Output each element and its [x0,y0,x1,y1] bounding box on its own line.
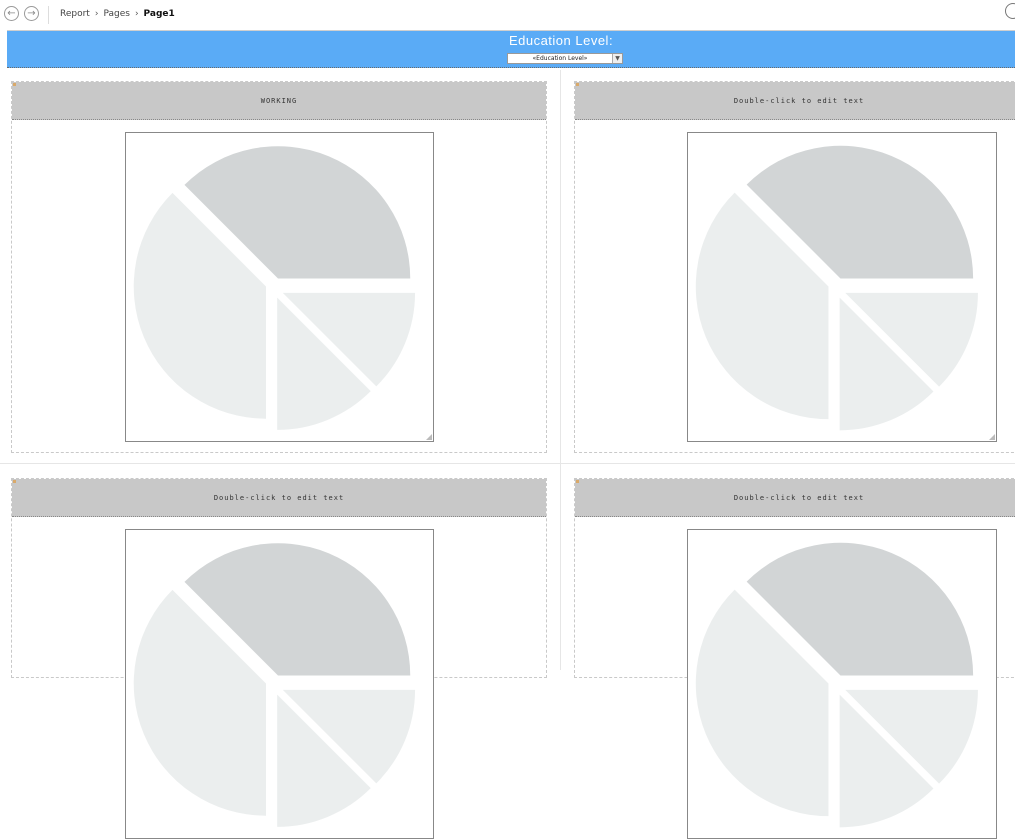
handle-marker [576,83,579,86]
chart-panel[interactable]: Double-click to edit text [11,478,547,839]
chevron-down-icon[interactable]: ▼ [612,54,622,63]
education-level-select[interactable]: «Education Level» ▼ [507,53,623,64]
panel-header[interactable]: WORKING [12,82,546,120]
panel-header[interactable]: Double-click to edit text [12,479,546,517]
resize-handle-icon[interactable] [426,434,432,440]
filter-banner: Education Level: «Education Level» ▼ [7,30,1015,68]
handle-marker [13,480,16,483]
breadcrumb: Report › Pages › Page1 [60,9,175,19]
toolbar-divider [48,6,49,24]
chart-panel[interactable]: Double-click to edit text [574,478,1015,839]
filter-title: Education Level: [508,33,614,48]
breadcrumb-item-report[interactable]: Report [60,9,90,19]
panel-header-text: WORKING [260,96,298,105]
panel-header-text: Double-click to edit text [733,493,865,502]
panel-header-text: Double-click to edit text [213,493,345,502]
pie-chart-graphic [695,542,978,828]
grid-divider-vertical [560,70,561,670]
chevron-right-icon: › [134,9,139,19]
pie-chart-graphic [695,145,978,431]
forward-arrow-icon[interactable]: → [24,6,39,21]
chart-panel[interactable]: Double-click to edit text [574,81,1015,453]
handle-marker [13,83,16,86]
handle-marker [576,480,579,483]
resize-handle-icon[interactable] [989,434,995,440]
pie-chart-placeholder[interactable] [125,529,434,839]
chevron-right-icon: › [94,9,99,19]
pie-chart-placeholder[interactable] [687,529,997,839]
top-toolbar: ← → Report › Pages › Page1 [0,0,1015,30]
panel-header[interactable]: Double-click to edit text [575,479,1015,517]
settings-icon[interactable] [1005,3,1015,19]
breadcrumb-item-current-page: Page1 [143,9,175,19]
chart-panel[interactable]: WORKING [11,81,547,453]
pie-chart-graphic [133,543,416,827]
back-arrow-icon[interactable]: ← [4,6,19,21]
panel-header-text: Double-click to edit text [733,96,865,105]
breadcrumb-item-pages[interactable]: Pages [103,9,129,19]
pie-chart-placeholder[interactable] [125,132,434,442]
pie-chart-graphic [133,146,416,430]
pie-chart-placeholder[interactable] [687,132,997,442]
grid-divider-horizontal [0,463,1015,464]
education-level-select-value: «Education Level» [532,55,588,62]
panel-header[interactable]: Double-click to edit text [575,82,1015,120]
